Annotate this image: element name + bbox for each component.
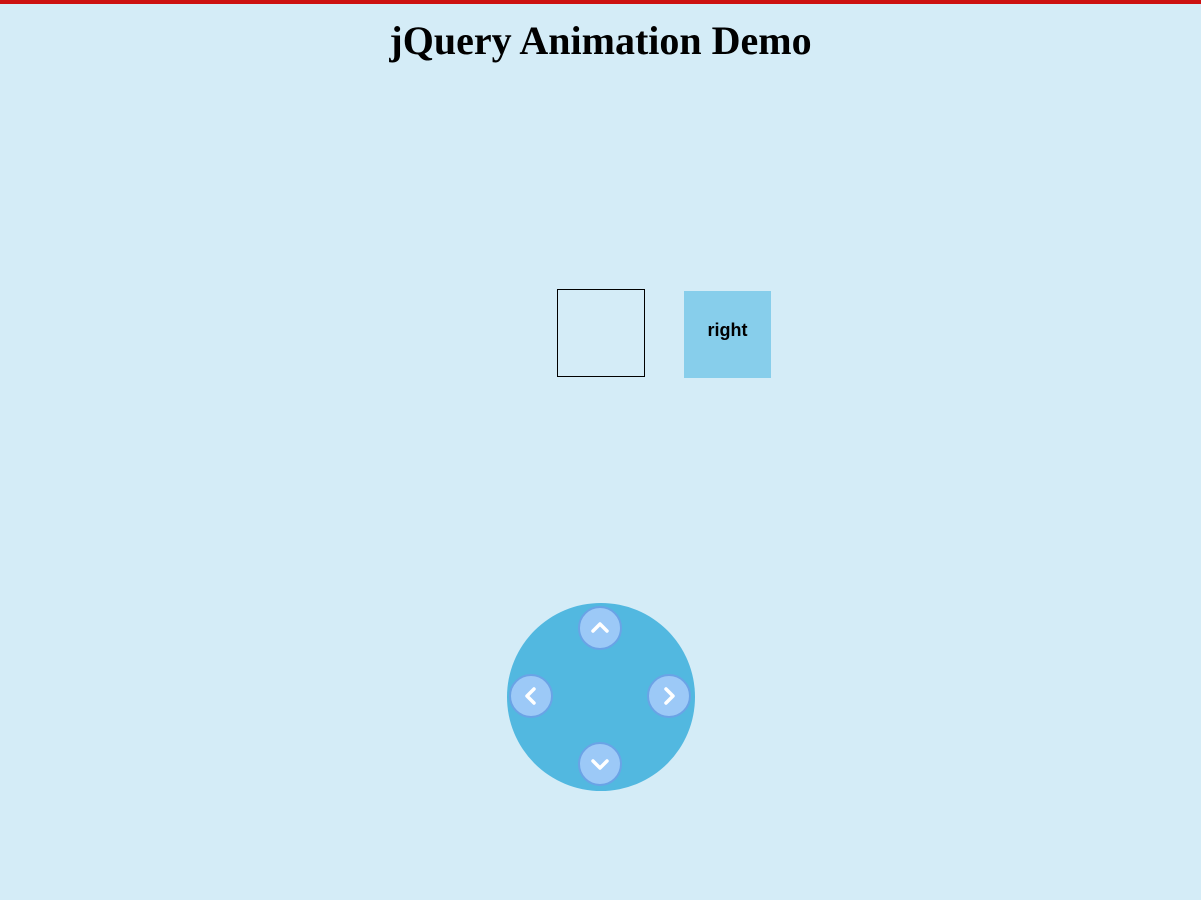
move-left-button[interactable] bbox=[509, 674, 553, 718]
target-outline-box bbox=[557, 289, 645, 377]
move-up-button[interactable] bbox=[578, 606, 622, 650]
animated-box-label: right bbox=[707, 319, 748, 340]
chevron-right-icon bbox=[664, 687, 675, 705]
chevron-down-icon bbox=[591, 759, 609, 770]
page-title: jQuery Animation Demo bbox=[389, 18, 812, 63]
move-right-button[interactable] bbox=[647, 674, 691, 718]
chevron-left-icon bbox=[525, 687, 536, 705]
top-accent-bar bbox=[0, 0, 1201, 4]
animated-box: right bbox=[684, 291, 771, 378]
direction-pad bbox=[507, 603, 695, 791]
chevron-up-icon bbox=[591, 622, 609, 633]
move-down-button[interactable] bbox=[578, 742, 622, 786]
